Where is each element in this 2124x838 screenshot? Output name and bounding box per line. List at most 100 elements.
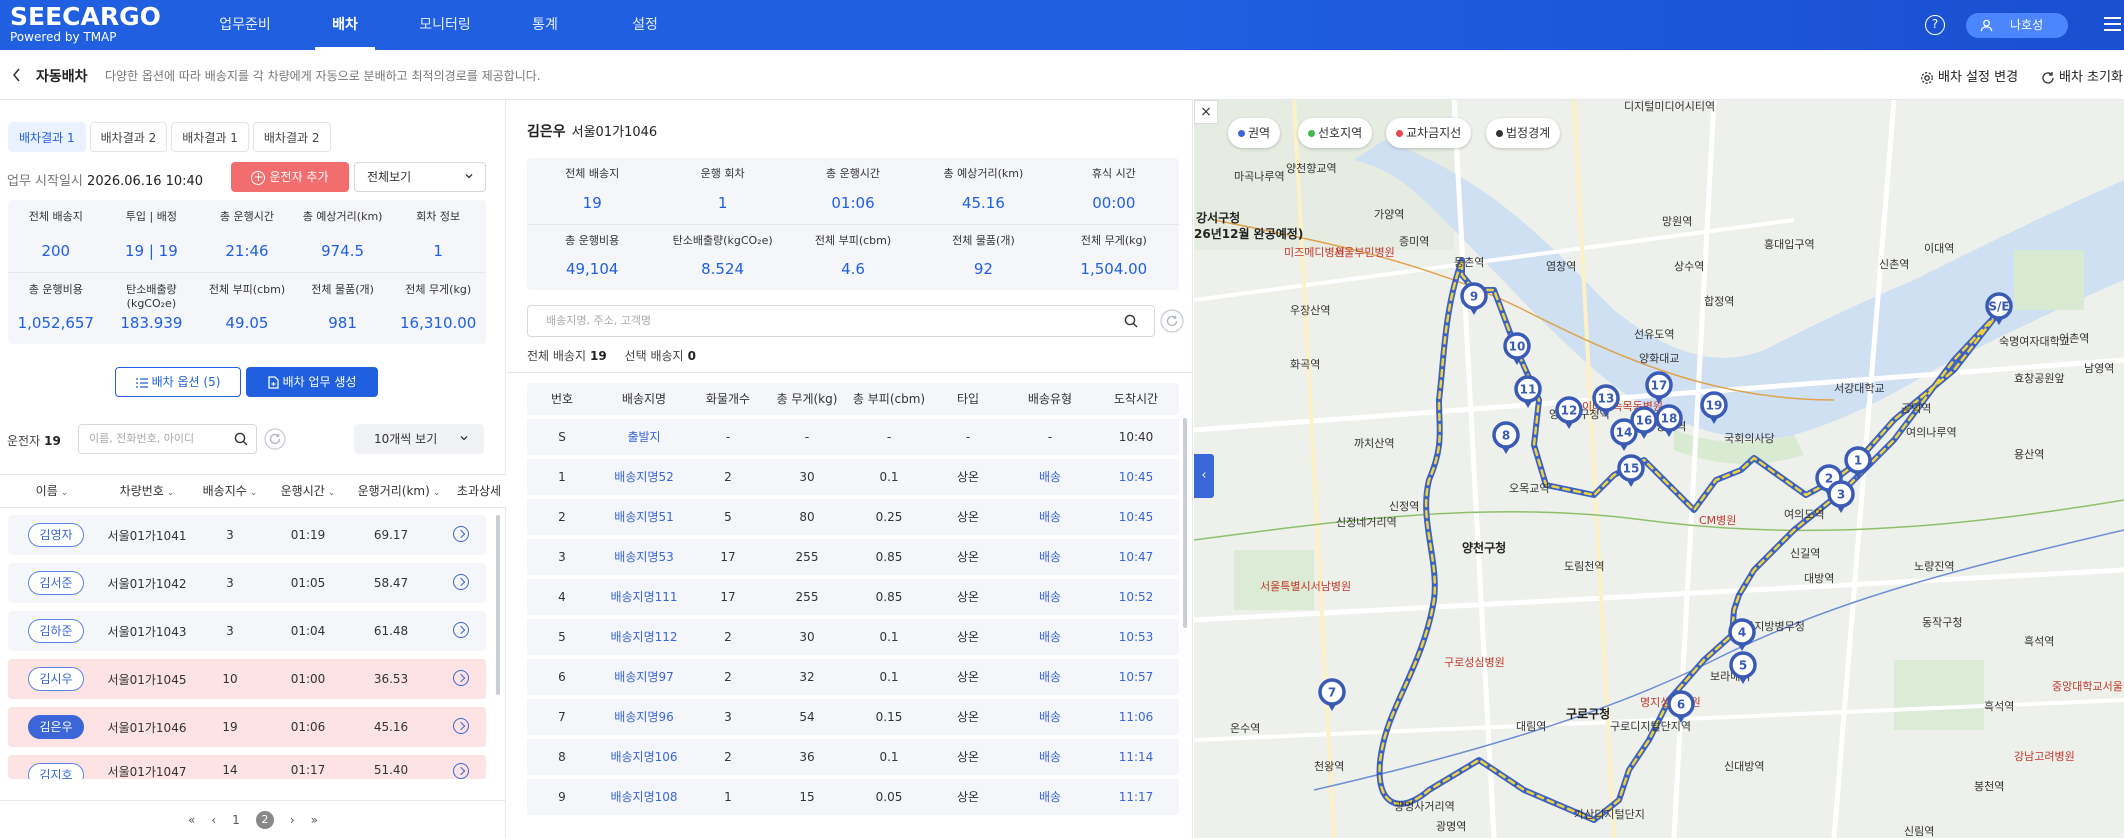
map-label: 까치산역 [1354, 437, 1394, 450]
legend-zone[interactable]: 권역 [1228, 118, 1281, 148]
stop-row[interactable]: 6 배송지명97 2 32 0.1 상온 배송 10:57 [527, 659, 1179, 695]
driver-row[interactable]: 김서준 서울01가1042 3 01:05 58.47 [8, 563, 486, 603]
tab-result-3[interactable]: 배차결과 1 [171, 122, 249, 152]
stop-row[interactable]: 9 배송지명108 1 15 0.05 상온 배송 11:17 [527, 779, 1179, 815]
stat-value: 1 [433, 242, 443, 260]
pager-page-1[interactable]: 1 [232, 813, 240, 827]
stop-name[interactable]: 배송지명97 [597, 659, 691, 695]
stat-label: 전체 부피(cbm) [814, 234, 892, 247]
stop-row[interactable]: 7 배송지명96 3 54 0.15 상온 배송 11:06 [527, 699, 1179, 735]
stop-name[interactable]: 배송지명52 [597, 459, 691, 495]
col-stops[interactable]: 배송지수 ⌄ [190, 475, 270, 507]
stop-name[interactable]: 배송지명111 [597, 579, 691, 615]
driver-row[interactable]: 김시우 서울01가1045 10 01:00 36.53 [8, 659, 486, 699]
stop-search-input[interactable]: 배송지명, 주소, 고객명 [527, 305, 1155, 337]
legend-legal-boundary[interactable]: 법정경계 [1486, 118, 1561, 148]
driver-name-chip[interactable]: 김지호 [28, 763, 84, 779]
stop-row[interactable]: 2 배송지명51 5 80 0.25 상온 배송 10:45 [527, 499, 1179, 535]
stop-name[interactable]: 배송지명53 [597, 539, 691, 575]
arrow-right-circle-icon[interactable] [453, 717, 469, 734]
col-over-label: 초과상세 [456, 484, 502, 498]
arrow-right-circle-icon[interactable] [453, 621, 469, 638]
pager-first[interactable]: « [188, 813, 195, 827]
stop-pin-label: 11 [1520, 383, 1537, 397]
stop-row[interactable]: 1 배송지명52 2 30 0.1 상온 배송 10:45 [527, 459, 1179, 495]
driver-name-chip[interactable]: 김서준 [28, 571, 84, 595]
driver-refresh-icon[interactable] [264, 428, 286, 450]
stop-table-scrollbar[interactable] [1183, 418, 1187, 628]
stop-name[interactable]: 배송지명96 [597, 699, 691, 735]
map-label: 광명역 [1436, 820, 1466, 833]
driver-row[interactable]: 김영자 서울01가1041 3 01:19 69.17 [8, 515, 486, 555]
tab-result-4[interactable]: 배차결과 2 [252, 122, 331, 152]
stop-name[interactable]: 출발지 [597, 419, 691, 455]
tab-result-2[interactable]: 배차결과 2 [89, 122, 168, 152]
seecargo-logo[interactable]: SEECARGO Powered by TMAP [10, 4, 161, 46]
back-arrow-icon[interactable] [12, 68, 22, 82]
add-driver-button[interactable]: + 운전자 추가 [231, 162, 349, 192]
dispatch-options-button[interactable]: 배차 옵션 (5) [115, 367, 241, 397]
stop-arrival: 10:45 [1118, 470, 1154, 484]
driver-list-scrollbar[interactable] [496, 515, 500, 695]
driver-row[interactable]: 김지호 서울01가1047 14 01:17 51.40 [8, 755, 486, 779]
stop-refresh-icon[interactable] [1160, 309, 1184, 333]
stop-row[interactable]: 8 배송지명106 2 36 0.1 상온 배송 11:14 [527, 739, 1179, 775]
stop-name[interactable]: 배송지명112 [597, 619, 691, 655]
search-icon[interactable] [1124, 314, 1138, 328]
driver-name-chip[interactable]: 김하준 [28, 619, 84, 643]
user-profile-button[interactable]: 나호성 [1966, 13, 2068, 38]
col-distance[interactable]: 운행거리(km) ⌄ [346, 475, 452, 507]
stop-name[interactable]: 배송지명106 [597, 739, 691, 775]
arrow-right-circle-icon[interactable] [453, 525, 469, 542]
per-page-select[interactable]: 10개씩 보기 [354, 424, 484, 454]
stop-name[interactable]: 배송지명51 [597, 499, 691, 535]
arrow-right-circle-icon[interactable] [453, 573, 469, 590]
driver-name-chip[interactable]: 김은우 [28, 715, 84, 739]
dispatch-reset-button[interactable]: 배차 초기화 [2041, 66, 2123, 85]
nav-item-settings[interactable]: 설정 [595, 0, 695, 50]
driver-row[interactable]: 김하준 서울01가1043 3 01:04 61.48 [8, 611, 486, 651]
col-time[interactable]: 운행시간 ⌄ [270, 475, 346, 507]
route-map[interactable]: 강서구청 26년12월 완공예정) 양천향교역 마곡나루역 우장산역 화곡역 까… [1194, 100, 2124, 838]
driver-name-chip[interactable]: 김영자 [28, 523, 84, 547]
stop-row[interactable]: 3 배송지명53 17 255 0.85 상온 배송 10:47 [527, 539, 1179, 575]
map-close-icon[interactable]: × [1194, 100, 1218, 124]
driver-row-selected[interactable]: 김은우 서울01가1046 19 01:06 45.16 [8, 707, 486, 747]
arrow-right-circle-icon[interactable] [453, 763, 469, 779]
pager-last[interactable]: » [311, 813, 318, 827]
legend-preferred-area[interactable]: 선호지역 [1298, 118, 1373, 148]
stop-row[interactable]: 4 배송지명111 17 255 0.85 상온 배송 10:52 [527, 579, 1179, 615]
arrow-right-circle-icon[interactable] [453, 669, 469, 686]
nav-item-statistics[interactable]: 통계 [495, 0, 595, 50]
stop-row[interactable]: S 출발지 - - - - - 10:40 [527, 419, 1179, 455]
map-panel-toggle[interactable]: ‹ [1194, 454, 1214, 498]
tab-result-1[interactable]: 배차결과 1 [8, 122, 86, 152]
search-icon[interactable] [234, 432, 248, 446]
create-dispatch-button[interactable]: 배차 업무 생성 [246, 367, 378, 397]
view-filter-select[interactable]: 전체보기 [354, 162, 486, 192]
stop-type: 상온 [956, 710, 980, 724]
col-name[interactable]: 이름 ⌄ [0, 475, 104, 507]
map-label: 증미역 [1399, 235, 1429, 248]
help-icon[interactable]: ? [1925, 15, 1945, 35]
col-plate[interactable]: 차량번호 ⌄ [104, 475, 190, 507]
pager-prev[interactable]: ‹ [211, 813, 216, 827]
sort-chevron-icon: ⌄ [327, 488, 336, 498]
sort-chevron-icon: ⌄ [60, 488, 69, 498]
nav-item-monitoring[interactable]: 모니터링 [395, 0, 495, 50]
nav-item-work-prep[interactable]: 업무준비 [195, 0, 295, 50]
pager-page-2-current[interactable]: 2 [255, 810, 274, 829]
route-stat-distance: 총 예상거리(km) 45.16 [918, 158, 1048, 224]
hamburger-menu-icon[interactable] [2104, 17, 2121, 31]
stat-label: 전체 부피(cbm) [208, 283, 286, 296]
stop-name[interactable]: 배송지명108 [597, 779, 691, 815]
legend-no-cross-line[interactable]: 교차금지선 [1386, 118, 1472, 148]
driver-name-chip[interactable]: 김시우 [28, 667, 84, 691]
dispatch-settings-button[interactable]: 배차 설정 변경 [1920, 66, 2018, 85]
col-arrival: 도착시간 [1113, 392, 1159, 406]
nav-item-dispatch[interactable]: 배차 [295, 0, 395, 50]
pager-next[interactable]: › [290, 813, 295, 827]
driver-search-input[interactable]: 이름, 전화번호, 아이디 [78, 424, 257, 454]
dispatch-options-label: 배차 옵션 (5) [151, 375, 221, 389]
stop-row[interactable]: 5 배송지명112 2 30 0.1 상온 배송 10:53 [527, 619, 1179, 655]
